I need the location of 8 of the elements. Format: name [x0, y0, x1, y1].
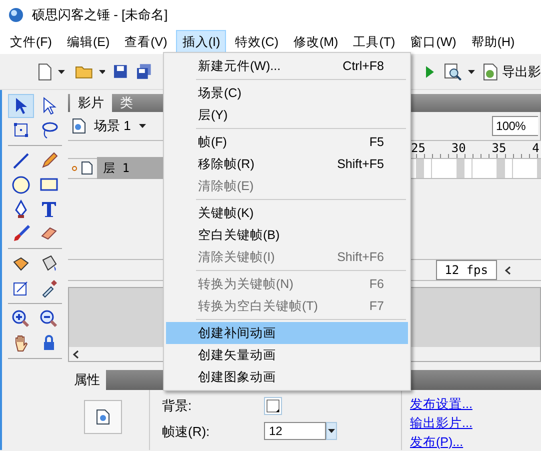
frame-rate-label: 帧速(R):: [162, 422, 211, 441]
fps-field: 12 fps: [436, 260, 497, 280]
background-label: 背景:: [162, 397, 193, 415]
window-title: 硕思闪客之锤 - [未命名]: [32, 6, 168, 24]
ruler-number: 25: [411, 141, 426, 156]
ruler-number: 4: [532, 141, 540, 156]
ruler-number: 35: [492, 141, 508, 156]
ruler-number: 30: [451, 141, 467, 156]
